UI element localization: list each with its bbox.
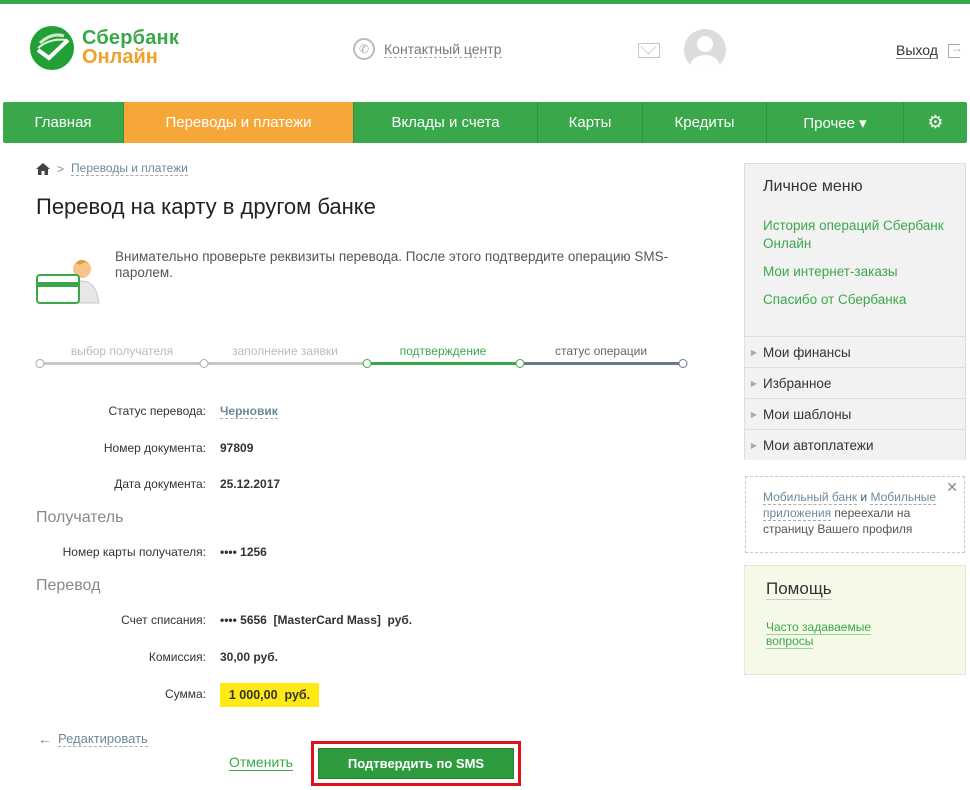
card-value: •••• 1256 [220,545,267,559]
menu-section-label: Мои финансы [763,344,851,360]
chevron-right-icon: ▶ [750,409,758,419]
breadcrumb: > Переводы и платежи [36,161,188,176]
moved-notice: ✕ Мобильный банк и Мобильные приложения … [745,476,965,553]
fee-label: Комиссия: [148,650,206,664]
doc-date-label: Дата документа: [114,477,206,491]
detail-row-card: Номер карты получателя: •••• 1256 [0,545,700,563]
faq-label: Часто задаваемые вопросы [766,620,872,649]
help-title: Помощь [766,579,832,600]
faq-link[interactable]: Часто задаваемые вопросы [766,620,916,649]
card-person-icon [36,257,104,307]
close-icon[interactable]: ✕ [946,479,958,495]
breadcrumb-link-transfers[interactable]: Переводы и платежи [71,161,188,176]
step-label: статус операции [554,344,648,358]
menu-section-label: Избранное [763,375,832,391]
status-badge[interactable]: Черновик [220,404,278,419]
sum-value: 1 000,00 руб. [220,683,319,707]
step-label: выбор получателя [70,344,174,358]
step-label-current: подтверждение [399,344,487,358]
step-dot [678,359,688,368]
detail-row-account: Счет списания: •••• 5656 [MasterCard Mas… [0,613,700,631]
menu-section-finances[interactable]: ▶ Мои финансы [745,336,965,367]
personal-menu: Личное меню История операций Сбербанк Он… [744,163,966,460]
nav-item-credits[interactable]: Кредиты [643,102,767,143]
doc-date-value: 25.12.2017 [220,477,281,491]
contact-center-link[interactable]: ✆ Контактный центр [353,38,502,60]
top-accent-line [0,0,970,4]
help-panel: Помощь Часто задаваемые вопросы [744,565,966,675]
menu-section-autopayments[interactable]: ▶ Мои автоплатежи [745,429,965,460]
logout-link[interactable]: Выход [896,41,963,59]
edit-label: Редактировать [58,731,148,747]
nav-item-deposits[interactable]: Вклады и счета [354,102,538,143]
menu-section-label: Мои автоплатежи [763,437,874,453]
section-recipient: Получатель [36,509,124,526]
logout-label: Выход [896,42,938,59]
notice-text: Внимательно проверьте реквизиты перевода… [115,249,669,280]
contact-center-label: Контактный центр [384,40,502,58]
doc-number-label: Номер документа: [103,441,206,455]
sberbank-logo-icon [30,26,74,70]
menu-link-history[interactable]: История операций Сбербанк Онлайн [763,217,959,253]
detail-row-doc-number: Номер документа: 97809 [0,441,700,459]
section-transfer: Перевод [36,577,101,594]
avatar[interactable] [684,29,726,71]
nav-item-cards[interactable]: Карты [538,102,643,143]
detail-row-status: Статус перевода: Черновик [0,404,700,422]
personal-menu-title: Личное меню [763,178,863,195]
menu-section-label: Мои шаблоны [763,406,852,422]
fee-value: 30,00 руб. [220,650,278,664]
progress-steps: выбор получателя заполнение заявки подтв… [35,340,688,380]
edit-link[interactable]: ← Редактировать [38,731,148,747]
detail-row-sum: Сумма: [0,687,700,705]
confirm-highlight-frame: Подтвердить по SMS [311,741,521,786]
detail-row-doc-date: Дата документа: 25.12.2017 [0,477,700,495]
nav-item-other[interactable]: Прочее ▾ [767,102,904,143]
nav-item-home[interactable]: Главная [3,102,124,143]
doc-number-value: 97809 [220,441,254,455]
logout-icon [947,41,963,58]
account-label: Счет списания: [121,613,206,627]
step-dot [199,359,209,368]
mail-icon[interactable] [638,43,660,58]
home-icon[interactable] [36,162,50,175]
menu-section-templates[interactable]: ▶ Мои шаблоны [745,398,965,429]
step-track-current [367,362,520,365]
nav-item-transfers[interactable]: Переводы и платежи [124,102,354,143]
step-label: заполнение заявки [232,344,338,358]
moved-notice-and: и [857,490,871,504]
detail-row-fee: Комиссия: 30,00 руб. [0,650,700,668]
card-label: Номер карты получателя: [62,545,206,559]
main-nav: Главная Переводы и платежи Вклады и счет… [3,102,967,143]
chevron-right-icon: ▶ [750,347,758,357]
menu-section-favorites[interactable]: ▶ Избранное [745,367,965,398]
chevron-right-icon: ▶ [750,378,758,388]
page-title: Перевод на карту в другом банке [36,194,376,219]
gear-icon[interactable]: ⚙ [904,102,967,143]
arrow-left-icon: ← [38,731,52,747]
chevron-right-icon: ▶ [750,440,758,450]
step-dot-current [362,359,372,368]
step-dot-current [515,359,525,368]
cancel-button[interactable]: Отменить [229,754,293,771]
account-value: •••• 5656 [MasterCard Mass] руб. [220,613,413,627]
step-track-next [520,362,683,365]
phone-icon: ✆ [353,38,375,60]
menu-link-orders[interactable]: Мои интернет-заказы [763,263,959,281]
step-dot [35,359,45,368]
confirm-sms-button[interactable]: Подтвердить по SMS [318,748,514,779]
menu-link-thanks[interactable]: Спасибо от Сбербанка [763,291,959,309]
logo-line2: Онлайн [82,46,158,68]
sberbank-logo[interactable]: Сбербанк Онлайн [30,26,179,70]
sum-label: Сумма: [164,687,206,701]
chevron-right-icon: > [57,161,65,176]
mobile-bank-link[interactable]: Мобильный банк [763,490,858,505]
status-label: Статус перевода: [108,404,206,418]
